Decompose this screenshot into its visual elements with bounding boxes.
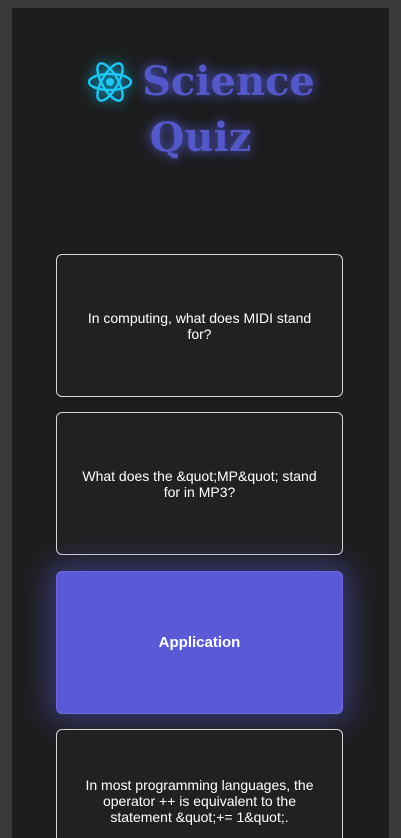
quiz-card-text: Application [158, 633, 241, 651]
quiz-card-text: What does the &quot;MP&quot; stand for i… [82, 467, 317, 500]
quiz-card-2[interactable]: What does the &quot;MP&quot; stand for i… [56, 412, 343, 555]
title-row: Science [86, 56, 315, 108]
header: Science Quiz [12, 56, 389, 164]
app-frame: Science Quiz In computing, what does MID… [12, 8, 389, 838]
page-title-line1: Science [142, 58, 315, 105]
quiz-card-1[interactable]: In computing, what does MIDI stand for? [56, 254, 343, 397]
quiz-card-text: In computing, what does MIDI stand for? [87, 309, 312, 342]
quiz-card-4[interactable]: In most programming languages, the opera… [56, 729, 343, 838]
react-atom-icon [87, 62, 133, 102]
quiz-card-3-selected[interactable]: Application [56, 571, 343, 714]
quiz-card-text: In most programming languages, the opera… [85, 776, 314, 825]
page-title-line2: Quiz [149, 114, 252, 161]
